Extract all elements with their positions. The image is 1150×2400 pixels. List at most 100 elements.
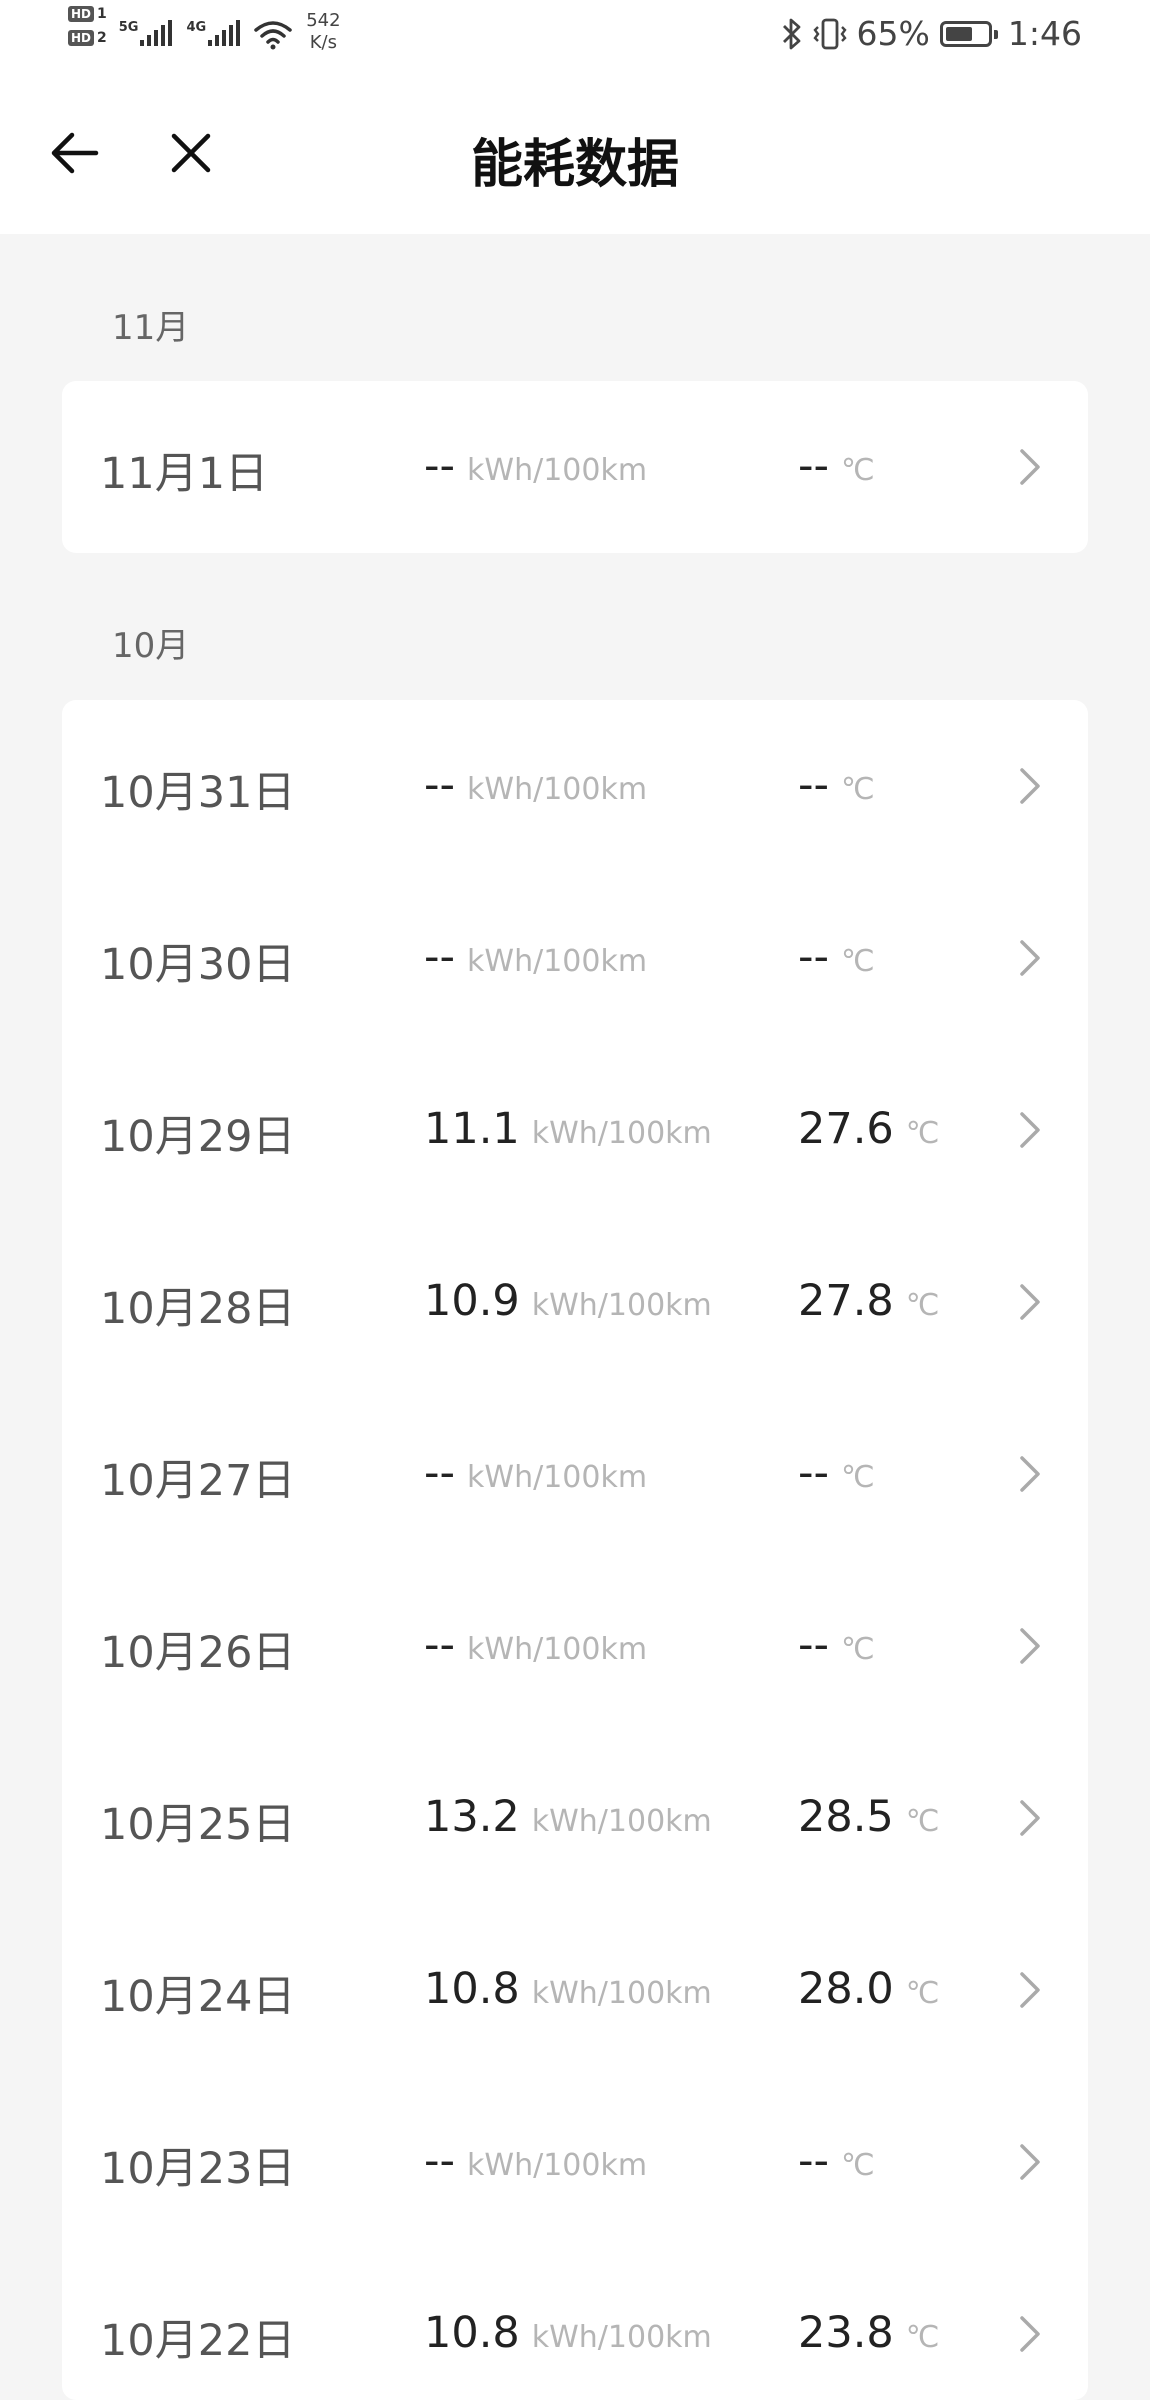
temperature-metric: -- ℃ (798, 1620, 875, 1670)
temperature-value: -- (798, 441, 830, 491)
temperature-metric: -- ℃ (798, 2136, 875, 2186)
temperature-metric: -- ℃ (798, 760, 875, 810)
list-item[interactable]: 10月28日 10.9 kWh/100km 27.8 ℃ (62, 1216, 1088, 1388)
sim2-indicator: HD 2 (68, 30, 107, 46)
energy-unit: kWh/100km (467, 1632, 648, 1667)
energy-unit: kWh/100km (467, 1460, 648, 1495)
energy-value: 11.1 (424, 1104, 520, 1154)
network-speed-unit: K/s (309, 32, 337, 53)
list-item[interactable]: 10月29日 11.1 kWh/100km 27.6 ℃ (62, 1044, 1088, 1216)
energy-unit: kWh/100km (467, 2148, 648, 2183)
sim2-number: 2 (97, 30, 107, 46)
list-item[interactable]: 10月24日 10.8 kWh/100km 28.0 ℃ (62, 1904, 1088, 2076)
energy-metric: 11.1 kWh/100km (424, 1104, 712, 1154)
temperature-unit: ℃ (905, 1288, 940, 1323)
temperature-unit: ℃ (841, 453, 875, 488)
battery-icon (939, 20, 998, 47)
energy-unit: kWh/100km (531, 1288, 712, 1323)
section-label-november: 11月 (112, 308, 190, 348)
temperature-metric: 28.5 ℃ (798, 1792, 939, 1842)
energy-value: 10.9 (424, 1276, 520, 1326)
date-label: 10月29日 (100, 1112, 296, 1162)
chevron-right-icon (1020, 2144, 1040, 2180)
temperature-metric: -- ℃ (798, 441, 875, 491)
temperature-unit: ℃ (905, 1804, 940, 1839)
status-right: 65% 1:46 (781, 14, 1082, 53)
temperature-value: 27.8 (798, 1276, 894, 1326)
date-label: 10月28日 (100, 1284, 296, 1334)
temperature-unit: ℃ (905, 1116, 940, 1151)
list-item[interactable]: 10月25日 13.2 kWh/100km 28.5 ℃ (62, 1732, 1088, 1904)
list-item[interactable]: 10月30日 -- kWh/100km -- ℃ (62, 872, 1088, 1044)
list-item[interactable]: 10月31日 -- kWh/100km -- ℃ (62, 700, 1088, 872)
energy-value: 13.2 (424, 1792, 520, 1842)
energy-metric: -- kWh/100km (424, 1620, 647, 1670)
temperature-metric: -- ℃ (798, 932, 875, 982)
energy-value: 10.8 (424, 2308, 520, 2358)
network-4g-label: 4G (186, 20, 207, 35)
energy-unit: kWh/100km (467, 772, 648, 807)
sim-indicators: HD 1 HD 2 (68, 6, 107, 46)
chevron-right-icon (1020, 1284, 1040, 1320)
chevron-right-icon (1020, 1628, 1040, 1664)
page-title: 能耗数据 (470, 135, 679, 195)
temperature-unit: ℃ (905, 1976, 940, 2011)
energy-metric: -- kWh/100km (424, 2136, 647, 2186)
chevron-right-icon (1020, 1456, 1040, 1492)
energy-metric: -- kWh/100km (424, 932, 647, 982)
energy-metric: 13.2 kWh/100km (424, 1792, 712, 1842)
vibrate-icon (812, 18, 847, 49)
network-speed-value: 542 (306, 10, 341, 31)
temperature-value: -- (798, 1448, 830, 1498)
date-label: 10月25日 (100, 1800, 296, 1850)
energy-metric: -- kWh/100km (424, 760, 647, 810)
energy-metric: 10.8 kWh/100km (424, 2308, 712, 2358)
energy-unit: kWh/100km (467, 453, 648, 488)
hd-badge: HD (68, 30, 95, 46)
temperature-metric: 23.8 ℃ (798, 2308, 939, 2358)
energy-metric: -- kWh/100km (424, 441, 647, 491)
temperature-unit: ℃ (905, 2320, 940, 2355)
chevron-right-icon (1020, 2316, 1040, 2352)
temperature-unit: ℃ (841, 2148, 875, 2183)
month-card-november: 11月1日 -- kWh/100km -- ℃ (62, 381, 1088, 553)
energy-metric: 10.8 kWh/100km (424, 1964, 712, 2014)
temperature-metric: 27.8 ℃ (798, 1276, 939, 1326)
signal-bars-icon (208, 20, 241, 46)
temperature-value: 23.8 (798, 2308, 894, 2358)
temperature-metric: 28.0 ℃ (798, 1964, 939, 2014)
energy-value: -- (424, 441, 456, 491)
energy-metric: -- kWh/100km (424, 1448, 647, 1498)
temperature-metric: 27.6 ℃ (798, 1104, 939, 1154)
wifi-icon (254, 21, 292, 50)
network-5g-label: 5G (118, 20, 139, 35)
month-card-october: 10月31日 -- kWh/100km -- ℃ 10月30日 -- kWh/100k… (62, 700, 1088, 2400)
energy-unit: kWh/100km (531, 1976, 712, 2011)
energy-metric: 10.9 kWh/100km (424, 1276, 712, 1326)
temperature-unit: ℃ (841, 944, 875, 979)
energy-value: -- (424, 932, 456, 982)
list-item[interactable]: 10月27日 -- kWh/100km -- ℃ (62, 1388, 1088, 1560)
list-item[interactable]: 10月23日 -- kWh/100km -- ℃ (62, 2076, 1088, 2248)
temperature-unit: ℃ (841, 1632, 875, 1667)
date-label: 10月26日 (100, 1628, 296, 1678)
list-item[interactable]: 10月26日 -- kWh/100km -- ℃ (62, 1560, 1088, 1732)
chevron-right-icon (1020, 1972, 1040, 2008)
battery-percent: 65% (856, 14, 930, 53)
date-label: 11月1日 (100, 449, 269, 499)
list-item[interactable]: 10月22日 10.8 kWh/100km 23.8 ℃ (62, 2248, 1088, 2400)
date-label: 10月30日 (100, 940, 296, 990)
sim1-number: 1 (97, 6, 107, 22)
temperature-unit: ℃ (841, 772, 875, 807)
list-item[interactable]: 11月1日 -- kWh/100km -- ℃ (62, 381, 1088, 553)
date-label: 10月22日 (100, 2316, 296, 2366)
chevron-right-icon (1020, 1112, 1040, 1148)
temperature-value: 28.0 (798, 1964, 894, 2014)
energy-value: -- (424, 1448, 456, 1498)
energy-unit: kWh/100km (467, 944, 648, 979)
date-label: 10月27日 (100, 1456, 296, 1506)
bluetooth-icon (782, 18, 800, 49)
status-bar: HD 1 HD 2 5G 4G 542 K/s 65% 1:46 (0, 0, 1150, 78)
chevron-right-icon (1020, 768, 1040, 804)
chevron-right-icon (1020, 449, 1040, 485)
